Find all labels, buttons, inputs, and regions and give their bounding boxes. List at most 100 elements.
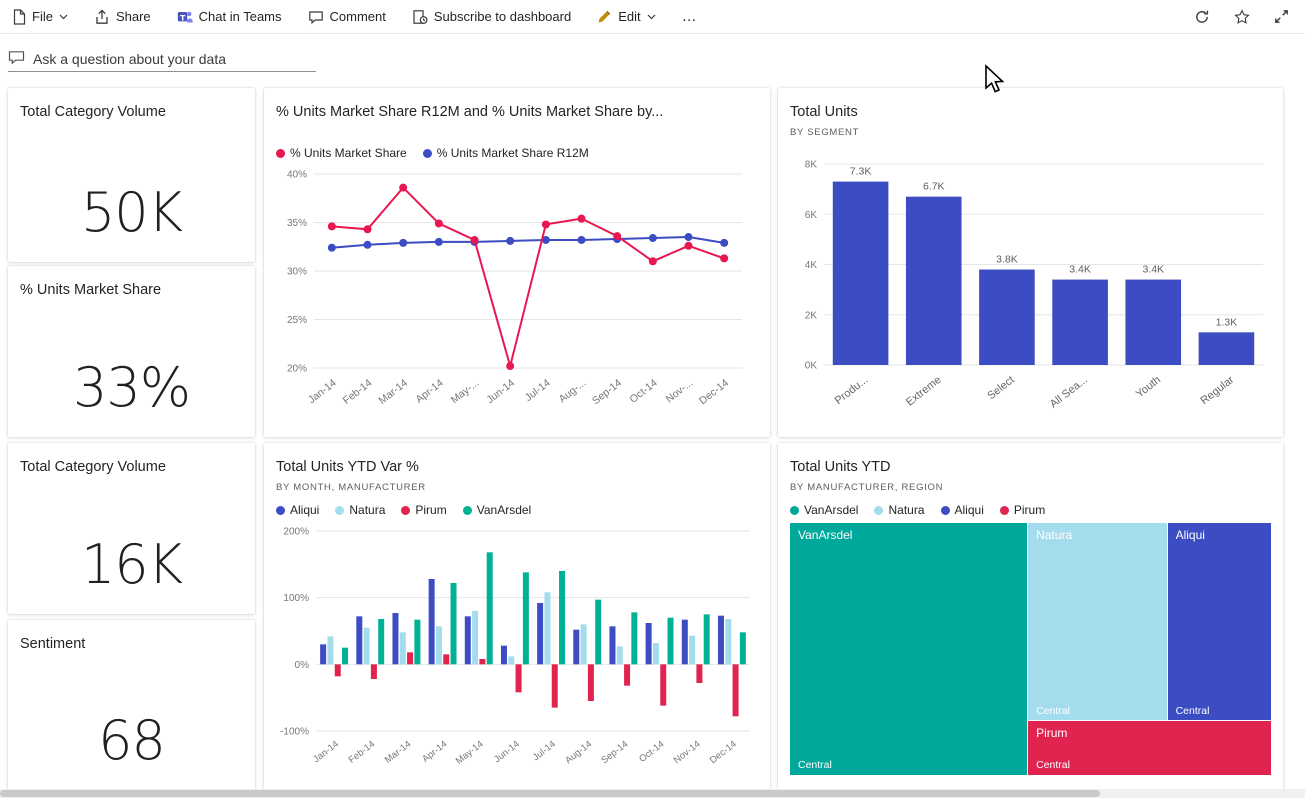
qna-input[interactable]: Ask a question about your data <box>8 46 316 72</box>
legend-item[interactable]: Aliqui <box>276 503 319 517</box>
subscribe-button[interactable]: Subscribe to dashboard <box>412 9 571 25</box>
bar[interactable] <box>501 646 507 665</box>
bar[interactable] <box>479 659 485 664</box>
data-point[interactable] <box>649 234 657 242</box>
bar[interactable] <box>631 612 637 664</box>
share-button[interactable]: Share <box>94 9 151 25</box>
line-chart[interactable]: 20%25%30%35%40%Jan-14Feb-14Mar-14Apr-14M… <box>276 164 758 426</box>
horizontal-scrollbar[interactable] <box>0 789 1305 798</box>
data-point[interactable] <box>471 236 479 244</box>
bar[interactable] <box>682 620 688 665</box>
bar[interactable] <box>979 270 1035 365</box>
data-point[interactable] <box>506 362 514 370</box>
legend-item[interactable]: % Units Market Share <box>276 146 407 160</box>
bar[interactable] <box>1125 280 1181 365</box>
bar[interactable] <box>609 626 615 664</box>
data-point[interactable] <box>649 257 657 265</box>
bar[interactable] <box>653 643 659 664</box>
data-point[interactable] <box>506 237 514 245</box>
legend-item[interactable]: VanArsdel <box>790 503 858 517</box>
bar[interactable] <box>378 619 384 664</box>
edit-menu[interactable]: Edit <box>597 9 655 24</box>
bar[interactable] <box>327 636 333 664</box>
legend-item[interactable]: Natura <box>874 503 924 517</box>
file-menu[interactable]: File <box>12 9 68 25</box>
bar[interactable] <box>559 571 565 664</box>
bar[interactable] <box>508 656 514 664</box>
legend-item[interactable]: VanArsdel <box>463 503 531 517</box>
treemap-node[interactable]: NaturaCentral <box>1028 523 1167 721</box>
data-point[interactable] <box>399 184 407 192</box>
bar[interactable] <box>588 664 594 701</box>
bar[interactable] <box>581 624 587 664</box>
legend-item[interactable]: Natura <box>335 503 385 517</box>
bar[interactable] <box>472 611 478 664</box>
legend-item[interactable]: Pirum <box>1000 503 1045 517</box>
bar[interactable] <box>595 600 601 665</box>
bar[interactable] <box>400 632 406 664</box>
data-point[interactable] <box>435 238 443 246</box>
favorite-button[interactable] <box>1234 9 1250 25</box>
treemap-node[interactable]: AliquiCentral <box>1168 523 1271 721</box>
bar[interactable] <box>436 626 442 664</box>
legend-item[interactable]: Pirum <box>401 503 446 517</box>
treemap[interactable]: VanArsdelCentralNaturaCentralAliquiCentr… <box>790 523 1271 775</box>
tile-sentiment-card[interactable]: Sentiment 68 <box>8 620 255 790</box>
treemap-node[interactable]: PirumCentral <box>1028 721 1271 775</box>
bar[interactable] <box>660 664 666 705</box>
bar[interactable] <box>573 630 579 665</box>
data-point[interactable] <box>685 233 693 241</box>
data-point[interactable] <box>328 222 336 230</box>
grouped-bar-chart[interactable]: -100%0%100%200%Jan-14Feb-14Mar-14Apr-14M… <box>276 521 758 786</box>
treemap-node[interactable]: VanArsdelCentral <box>790 523 1028 775</box>
bar[interactable] <box>1052 280 1108 365</box>
bar[interactable] <box>668 618 674 665</box>
bar[interactable] <box>646 623 652 664</box>
bar[interactable] <box>516 664 522 692</box>
data-point[interactable] <box>613 232 621 240</box>
chat-in-teams-button[interactable]: Chat in Teams <box>177 9 282 25</box>
data-point[interactable] <box>364 241 372 249</box>
bar[interactable] <box>906 197 962 365</box>
legend-item[interactable]: Aliqui <box>941 503 984 517</box>
comment-button[interactable]: Comment <box>308 9 386 25</box>
bar[interactable] <box>342 648 348 665</box>
bar[interactable] <box>451 583 457 664</box>
tile-total-category-volume-1[interactable]: Total Category Volume 50K <box>8 88 255 262</box>
bar[interactable] <box>624 664 630 685</box>
tile-market-share-line-chart[interactable]: % Units Market Share R12M and % Units Ma… <box>264 88 770 437</box>
bar[interactable] <box>689 636 695 665</box>
data-point[interactable] <box>435 219 443 227</box>
data-point[interactable] <box>578 236 586 244</box>
data-point[interactable] <box>399 239 407 247</box>
data-point[interactable] <box>720 239 728 247</box>
bar[interactable] <box>414 620 420 665</box>
data-point[interactable] <box>542 220 550 228</box>
bar[interactable] <box>704 614 710 664</box>
data-point[interactable] <box>720 254 728 262</box>
bar[interactable] <box>537 603 543 664</box>
bar[interactable] <box>523 572 529 664</box>
bar[interactable] <box>733 664 739 716</box>
data-point[interactable] <box>328 244 336 252</box>
bar-chart[interactable]: 0K2K4K6K8K7.3KProdu...6.7KExtreme3.8KSel… <box>790 146 1271 429</box>
bar[interactable] <box>356 616 362 664</box>
bar[interactable] <box>833 182 889 365</box>
tile-total-units-ytd-treemap[interactable]: Total Units YTD BY MANUFACTURER, REGION … <box>778 443 1283 790</box>
bar[interactable] <box>371 664 377 679</box>
bar[interactable] <box>465 616 471 664</box>
bar[interactable] <box>740 632 746 664</box>
bar[interactable] <box>487 552 493 664</box>
refresh-button[interactable] <box>1194 9 1210 25</box>
bar[interactable] <box>364 628 370 665</box>
bar[interactable] <box>544 592 550 664</box>
tile-units-market-share-card[interactable]: % Units Market Share 33% <box>8 266 255 437</box>
bar[interactable] <box>552 664 558 707</box>
bar[interactable] <box>407 652 413 664</box>
data-point[interactable] <box>364 225 372 233</box>
bar[interactable] <box>335 664 341 676</box>
legend-item[interactable]: % Units Market Share R12M <box>423 146 589 160</box>
bar[interactable] <box>718 616 724 665</box>
bar[interactable] <box>443 654 449 664</box>
bar[interactable] <box>1199 332 1255 365</box>
